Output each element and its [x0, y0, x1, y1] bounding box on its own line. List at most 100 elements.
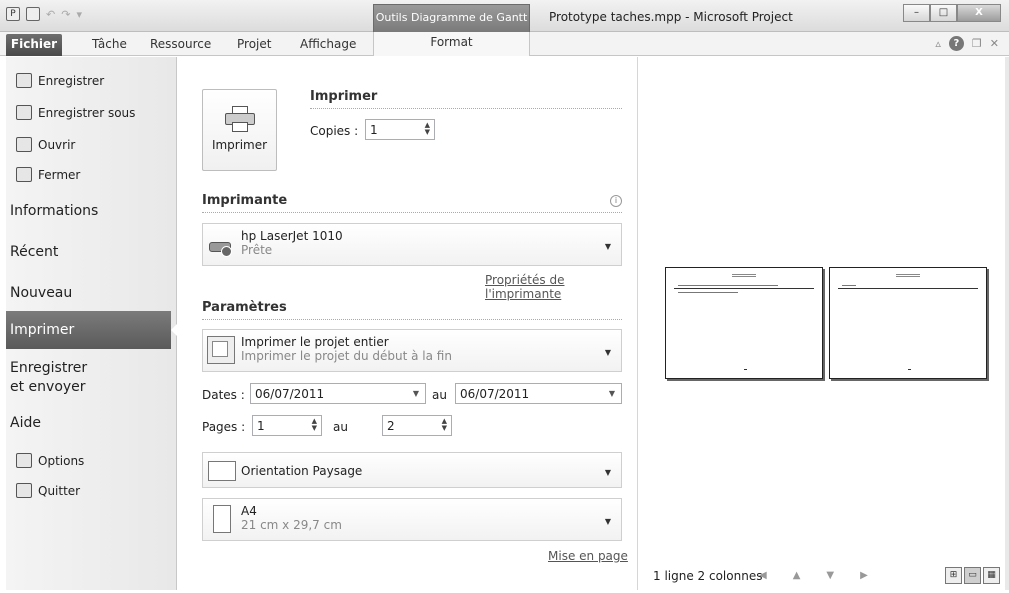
minimize-button[interactable]: – — [903, 4, 930, 22]
window-right-edge — [1005, 57, 1009, 590]
nav-recent[interactable]: Récent — [10, 244, 58, 260]
preview-nav-arrows: ◀ ▲ ▼ ▶ — [759, 570, 868, 581]
page-from-value: 1 — [257, 419, 265, 433]
quick-access-toolbar: P ↶ ↷ ▾ — [6, 7, 82, 21]
restore-window-icon[interactable]: ❐ — [972, 37, 982, 50]
printer-status: Prête — [241, 243, 273, 257]
nav-send-line1[interactable]: Enregistrer — [10, 360, 87, 376]
spinner-arrows-icon[interactable]: ▲ ▼ — [312, 418, 317, 432]
preview-layout-label: 1 ligne 2 colonnes — [653, 569, 763, 583]
orientation-value: Orientation Paysage — [241, 464, 363, 478]
preview-page-2[interactable] — [829, 267, 987, 379]
print-settings-panel: Imprimer Imprimer Copies : 1 ▲ ▼ Impriman… — [178, 57, 638, 590]
exit-icon — [16, 483, 32, 498]
chevron-down-icon: ▼ — [412, 389, 419, 398]
printer-name: hp LaserJet 1010 — [241, 229, 343, 243]
backstage-nav: Enregistrer Enregistrer sous Ouvrir Ferm… — [6, 57, 181, 590]
arrow-right-icon[interactable]: ▶ — [860, 570, 868, 581]
nav-options[interactable]: Options — [16, 453, 84, 468]
options-icon — [16, 453, 32, 468]
nav-informations[interactable]: Informations — [10, 203, 98, 219]
print-section-divider — [310, 108, 622, 109]
nav-help[interactable]: Aide — [10, 415, 41, 431]
spinner-arrows-icon[interactable]: ▲ ▼ — [425, 122, 430, 136]
nav-print-selected[interactable]: Imprimer — [6, 311, 181, 349]
page-setup-link[interactable]: Mise en page — [548, 549, 628, 563]
date-to-combo[interactable]: 06/07/2011 ▼ — [455, 383, 622, 404]
copies-spinner[interactable]: 1 ▲ ▼ — [365, 119, 435, 140]
print-preview-pane: 1 ligne 2 colonnes ◀ ▲ ▼ ▶ ⊞ ▭ ▦ — [639, 57, 1009, 590]
printer-dropdown[interactable]: hp LaserJet 1010 Prête ▼ — [202, 223, 622, 266]
project-app-icon[interactable]: P — [6, 7, 20, 21]
pages-label: Pages : — [202, 420, 246, 434]
printer-properties-link[interactable]: Propriétés de l'imprimante — [485, 273, 637, 301]
arrow-up-icon[interactable]: ▲ — [793, 570, 801, 581]
nav-save-as[interactable]: Enregistrer sous — [16, 105, 135, 120]
nav-save[interactable]: Enregistrer — [16, 73, 104, 88]
multiple-pages-icon[interactable]: ▦ — [983, 567, 1000, 584]
customize-qat-icon[interactable]: ▾ — [76, 8, 82, 21]
preview-page-1[interactable] — [665, 267, 823, 379]
folder-open-icon — [16, 137, 32, 152]
save-icon[interactable] — [26, 7, 40, 21]
chevron-down-icon: ▼ — [608, 389, 615, 398]
folder-close-icon — [16, 167, 32, 182]
close-document-icon[interactable]: ✕ — [990, 37, 999, 50]
date-from-value: 06/07/2011 — [255, 387, 325, 401]
nav-new[interactable]: Nouveau — [10, 285, 72, 301]
maximize-button[interactable]: □ — [930, 4, 957, 22]
minimize-ribbon-icon[interactable]: ▵ — [935, 37, 941, 50]
print-scope-dropdown[interactable]: Imprimer le projet entier Imprimer le pr… — [202, 329, 622, 372]
pages-au-label: au — [333, 420, 348, 434]
nav-send-line2[interactable]: et envoyer — [10, 379, 86, 395]
settings-section-title: Paramètres — [202, 300, 287, 315]
printer-icon — [224, 106, 255, 132]
portrait-page-icon — [213, 505, 231, 533]
nav-save-label: Enregistrer — [38, 73, 105, 88]
arrow-down-icon[interactable]: ▼ — [826, 570, 834, 581]
tab-affichage[interactable]: Affichage — [300, 37, 356, 51]
preview-view-buttons: ⊞ ▭ ▦ — [945, 567, 1000, 584]
nav-close[interactable]: Fermer — [16, 167, 80, 182]
undo-icon[interactable]: ↶ — [46, 8, 55, 21]
landscape-page-icon — [208, 461, 236, 481]
help-icon[interactable]: ? — [948, 36, 964, 51]
print-section-title: Imprimer — [310, 89, 378, 104]
orientation-dropdown[interactable]: Orientation Paysage ▼ — [202, 452, 622, 488]
date-from-combo[interactable]: 06/07/2011 ▼ — [250, 383, 426, 404]
spinner-arrows-icon[interactable]: ▲ ▼ — [442, 418, 447, 432]
date-to-value: 06/07/2011 — [460, 387, 530, 401]
tab-projet[interactable]: Projet — [237, 37, 271, 51]
page-to-spinner[interactable]: 2 ▲ ▼ — [382, 415, 452, 436]
window-title: Prototype taches.mpp - Microsoft Project — [549, 10, 793, 24]
redo-icon[interactable]: ↷ — [61, 8, 70, 21]
nav-open[interactable]: Ouvrir — [16, 137, 75, 152]
close-button[interactable]: X — [957, 4, 1001, 22]
print-scope-icon — [207, 336, 235, 364]
print-button-label: Imprimer — [211, 138, 268, 152]
save-icon — [16, 73, 32, 88]
paper-size-dropdown[interactable]: A4 21 cm x 29,7 cm ▼ — [202, 498, 622, 541]
copies-value: 1 — [370, 123, 378, 137]
info-icon[interactable]: i — [610, 195, 622, 207]
one-page-icon[interactable]: ▭ — [964, 567, 981, 584]
tab-format[interactable]: Format — [373, 32, 530, 56]
actual-size-icon[interactable]: ⊞ — [945, 567, 962, 584]
print-scope-title: Imprimer le projet entier — [241, 335, 389, 349]
arrow-left-icon[interactable]: ◀ — [759, 570, 767, 581]
chevron-down-icon: ▼ — [604, 348, 611, 358]
nav-quit[interactable]: Quitter — [16, 483, 80, 498]
dates-au-label: au — [432, 388, 447, 402]
paper-size-value: A4 — [241, 504, 257, 518]
window-controls: – □ X — [903, 4, 1001, 22]
nav-options-label: Options — [38, 453, 85, 468]
print-button[interactable]: Imprimer — [202, 89, 277, 171]
page-to-value: 2 — [387, 419, 395, 433]
tab-fichier[interactable]: Fichier — [6, 34, 62, 56]
page-from-spinner[interactable]: 1 ▲ ▼ — [252, 415, 322, 436]
tab-tache[interactable]: Tâche — [92, 37, 127, 51]
preview-status-bar: 1 ligne 2 colonnes ◀ ▲ ▼ ▶ ⊞ ▭ ▦ — [639, 562, 1009, 590]
tab-ressource[interactable]: Ressource — [150, 37, 211, 51]
settings-section-divider — [202, 319, 622, 320]
printer-section-divider — [202, 212, 622, 213]
